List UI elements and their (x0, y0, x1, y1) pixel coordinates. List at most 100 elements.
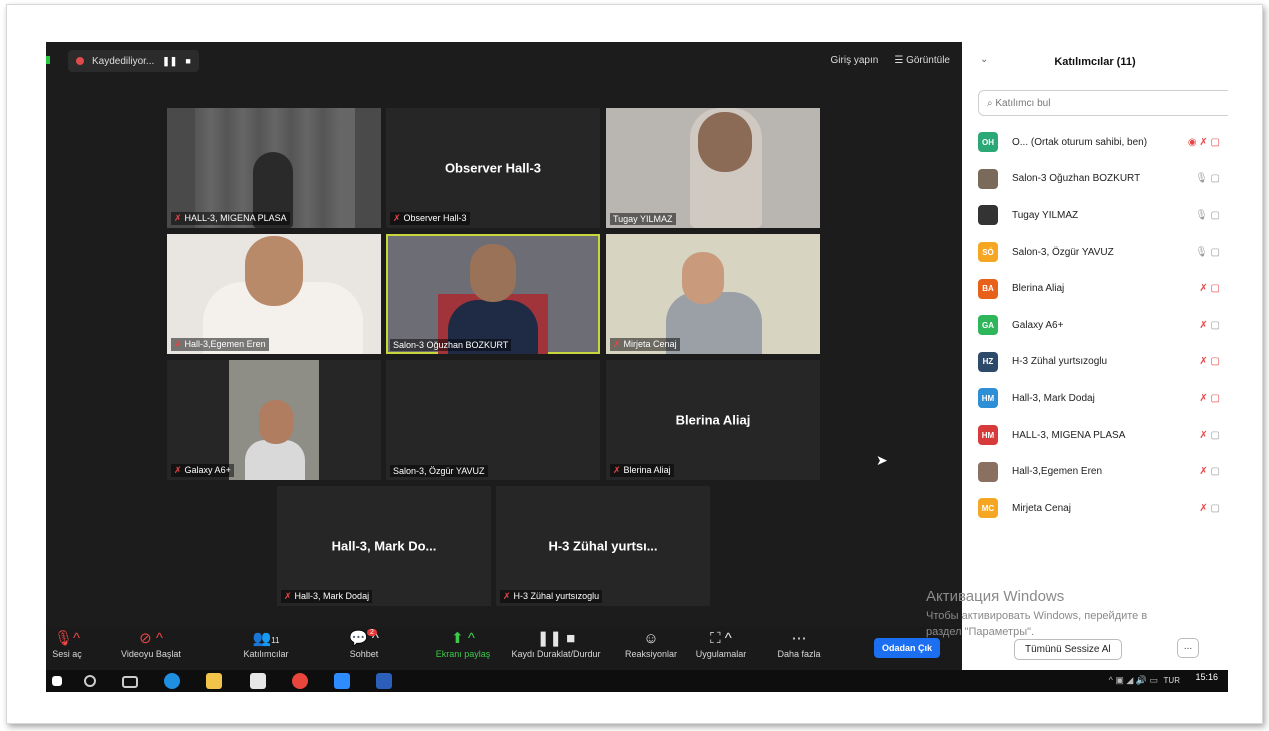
more-button[interactable]: ⋯ Daha fazla (764, 629, 834, 659)
participant-row[interactable]: HZ H-3 Zühal yurtsızoglu ✗ ▢ (978, 344, 1228, 381)
participant-row[interactable]: Hall-3,Egemen Eren ✗ ▢ (978, 453, 1228, 490)
video-tile[interactable]: Blerina Aliaj ✗ Blerina Aliaj (606, 360, 820, 480)
video-button[interactable]: ⊘ ^ Videoyu Başlat (116, 629, 186, 659)
leave-button[interactable]: Odadan Çık (874, 638, 941, 658)
video-tile[interactable]: ✗ Mirjeta Cenaj (606, 234, 820, 354)
mic-icon: 🎙 (1195, 209, 1208, 221)
avatar: HM (978, 425, 998, 446)
mic-icon: 🎙 (1195, 173, 1208, 185)
participant-head (259, 400, 293, 444)
video-off-icon: ▢ (1210, 136, 1220, 148)
participant-row[interactable]: SÖ Salon-3, Özgür YAVUZ 🎙 ▢ (978, 234, 1228, 271)
participant-row[interactable]: HM HALL-3, MIGENA PLASA ✗ ▢ (978, 417, 1228, 454)
muted-mic-icon: ✗ (1199, 356, 1208, 368)
participant-row[interactable]: Tugay YILMAZ 🎙 ▢ (978, 197, 1228, 234)
muted-mic-icon: ✗ (174, 465, 182, 475)
video-icon: ▢ (1210, 209, 1220, 221)
avatar: OH (978, 132, 998, 153)
participant-head (682, 252, 724, 304)
video-tile[interactable]: Observer Hall-3 ✗ Observer Hall-3 (386, 108, 600, 228)
tile-name: ✗ Hall-3,Egemen Eren (171, 338, 269, 351)
stop-icon[interactable]: ■ (185, 56, 190, 66)
participant-row[interactable]: MC Mirjeta Cenaj ✗ ▢ (978, 490, 1228, 527)
mute-all-button[interactable]: Tümünü Sessize Al (1014, 639, 1122, 660)
chat-button[interactable]: 💬 ^ 2 Sohbet (329, 629, 399, 659)
participant-row[interactable]: HM Hall-3, Mark Dodaj ✗ ▢ (978, 380, 1228, 417)
apps-icon: ⛶ ^ (710, 630, 732, 647)
muted-mic-icon: ✗ (174, 339, 182, 349)
more-icon: ⋯ (791, 630, 807, 647)
task-view-icon[interactable] (122, 676, 138, 688)
mic-icon: 🎙 (1195, 246, 1208, 258)
panel-more-button[interactable]: ... (1177, 638, 1199, 658)
video-tile[interactable]: Hall-3, Mark Do... ✗ Hall-3, Mark Dodaj (277, 486, 491, 606)
participants-panel: ⌄ Katılımcılar (11) ⌕ Katılımcı bul OH O.… (962, 42, 1228, 670)
participant-search-input[interactable]: ⌕ Katılımcı bul (978, 90, 1228, 116)
muted-mic-icon: ✗ (1199, 283, 1208, 295)
video-tile[interactable]: Salon-3, Özgür YAVUZ (386, 360, 600, 480)
avatar (978, 205, 998, 226)
record-dot-icon (76, 57, 84, 65)
keyboard-language[interactable]: TUR (1164, 676, 1180, 685)
status-icons: ✗ ▢ (1199, 466, 1220, 477)
windows-activation-text: раздел "Параметры". (926, 626, 1035, 638)
participant-row[interactable]: GA Galaxy A6+ ✗ ▢ (978, 307, 1228, 344)
participant-row[interactable]: BA Blerina Aliaj ✗ ▢ (978, 270, 1228, 307)
status-icons: ✗ ▢ (1199, 393, 1220, 404)
record-icon: ◉ (1187, 136, 1197, 148)
muted-mic-icon: ✗ (613, 339, 621, 349)
tile-name: ✗ Observer Hall-3 (390, 212, 470, 225)
participants-button[interactable]: 👥11 Katılımcılar (231, 629, 301, 659)
video-tile[interactable]: ✗ Galaxy A6+ (167, 360, 381, 480)
chrome-icon[interactable] (292, 673, 308, 689)
video-off-icon: ▢ (1210, 392, 1220, 404)
zoom-icon[interactable] (334, 673, 350, 689)
tile-name: ✗ HALL-3, MIGENA PLASA (171, 212, 290, 225)
video-tile[interactable]: Tugay YILMAZ (606, 108, 820, 228)
tile-name: ✗ Hall-3, Mark Dodaj (281, 590, 373, 603)
store-icon[interactable] (250, 673, 266, 689)
taskbar-clock[interactable]: 15:16 (1195, 672, 1218, 682)
record-control-button[interactable]: ❚❚ ■ Kaydı Duraklat/Durdur (496, 629, 616, 659)
avatar: BA (978, 278, 998, 299)
tile-name: ✗ Galaxy A6+ (171, 464, 234, 477)
participant-row[interactable]: Salon-3 Oğuzhan BOZKURT 🎙 ▢ (978, 161, 1228, 198)
status-icons: ✗ ▢ (1199, 356, 1220, 367)
view-label: Görüntüle (906, 55, 950, 66)
participants-label: Katılımcılar (243, 649, 289, 659)
status-icons: 🎙 ▢ (1195, 173, 1220, 184)
windows-activation-text: Чтобы активировать Windows, перейдите в (926, 610, 1148, 622)
video-tile[interactable]: ✗ HALL-3, MIGENA PLASA (167, 108, 381, 228)
video-icon: ▢ (1210, 173, 1220, 185)
avatar (978, 168, 998, 189)
search-icon[interactable] (84, 675, 96, 687)
participant-name: Salon-3 Oğuzhan BOZKURT (1012, 173, 1141, 185)
audio-button[interactable]: 🎙^ Sesi aç (46, 629, 102, 659)
video-tile-active-speaker[interactable]: Salon-3 Oğuzhan BOZKURT (386, 234, 600, 354)
recording-label: Kaydediliyor... (92, 55, 155, 67)
edge-icon[interactable] (164, 673, 180, 689)
reactions-label: Reaksiyonlar (624, 649, 678, 659)
share-screen-button[interactable]: ⬆ ^ Ekranı paylaş (428, 629, 498, 659)
apps-button[interactable]: ⛶ ^ Uygulamalar (686, 629, 756, 659)
chat-label: Sohbet (349, 649, 379, 659)
status-icons: ✗ ▢ (1199, 503, 1220, 514)
view-button[interactable]: ☰ Görüntüle (894, 55, 950, 66)
video-tile[interactable]: ✗ Hall-3,Egemen Eren (167, 234, 381, 354)
folder-icon[interactable] (206, 673, 222, 689)
video-icon: ▢ (1210, 502, 1220, 514)
windows-start-icon[interactable] (52, 676, 62, 686)
video-tile[interactable]: H-3 Zühal yurtsı... ✗ H-3 Zühal yurtsızog… (496, 486, 710, 606)
search-placeholder: Katılımcı bul (995, 98, 1051, 109)
participant-row[interactable]: OH O... (Ortak oturum sahibi, ben) ◉ ✗ ▢ (978, 124, 1228, 161)
share-screen-icon: ⬆ ^ (451, 630, 475, 647)
reactions-button[interactable]: ☺ Reaksiyonlar (616, 629, 686, 659)
word-icon[interactable] (376, 673, 392, 689)
video-icon: ▢ (1210, 246, 1220, 258)
avatar: MC (978, 498, 998, 519)
participant-name: HALL-3, MIGENA PLASA (1012, 429, 1126, 441)
pause-icon[interactable]: ❚❚ (162, 56, 177, 67)
share-label: Ekranı paylaş (435, 649, 491, 659)
muted-mic-icon: ✗ (393, 213, 401, 223)
signin-link[interactable]: Giriş yapın (831, 55, 879, 66)
